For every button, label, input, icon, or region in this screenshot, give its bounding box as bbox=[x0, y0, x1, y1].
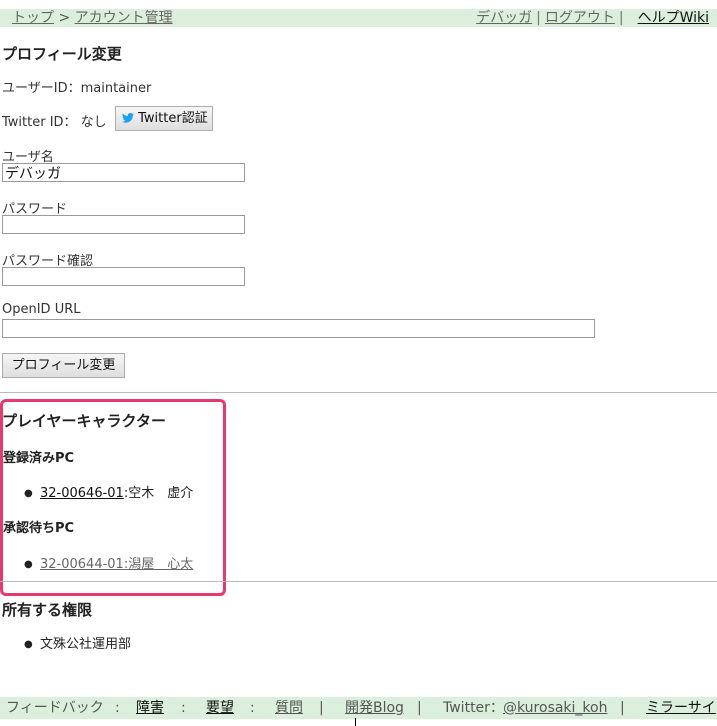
password-confirm-input[interactable] bbox=[2, 267, 245, 286]
twitter-prefix: Twitter： bbox=[443, 700, 504, 716]
logout-link[interactable]: ログアウト bbox=[545, 10, 615, 26]
separator: | bbox=[620, 700, 625, 716]
profile-section-title: プロフィール変更 bbox=[2, 45, 122, 63]
dev-blog-link[interactable]: 開発Blog bbox=[345, 697, 404, 719]
separator: | bbox=[618, 10, 624, 26]
password-input[interactable] bbox=[2, 215, 245, 234]
twitter-handle-link[interactable]: @kurosaki_koh bbox=[503, 697, 607, 719]
help-wiki-link[interactable]: ヘルプWiki bbox=[638, 10, 709, 26]
user-name-link[interactable]: デバッガ bbox=[476, 10, 532, 26]
section-divider bbox=[0, 581, 717, 582]
separator: : bbox=[115, 700, 120, 716]
twitter-bird-icon bbox=[122, 112, 134, 123]
username-input[interactable] bbox=[2, 163, 245, 182]
bug-report-link[interactable]: 障害 bbox=[136, 697, 164, 719]
breadcrumb-current-link[interactable]: アカウント管理 bbox=[75, 10, 173, 26]
twitter-auth-button[interactable]: Twitter認証 bbox=[115, 106, 213, 131]
separator: : bbox=[250, 700, 255, 716]
list-item: ● 文殊公社運用部 bbox=[24, 633, 131, 652]
question-link[interactable]: 質問 bbox=[275, 697, 303, 719]
profile-submit-button[interactable]: プロフィール変更 bbox=[2, 353, 125, 378]
highlight-annotation bbox=[0, 399, 226, 596]
text-cursor bbox=[355, 718, 356, 726]
separator: | bbox=[319, 700, 324, 716]
mirror-site-link[interactable]: ミラーサイ bbox=[646, 697, 716, 719]
twitter-id-label: Twitter ID： なし bbox=[2, 115, 107, 130]
breadcrumb-home-link[interactable]: トップ bbox=[12, 10, 54, 26]
breadcrumb-separator: > bbox=[58, 10, 71, 26]
breadcrumb: トップ > アカウント管理 bbox=[12, 9, 173, 27]
permissions-section-title: 所有する権限 bbox=[2, 601, 93, 619]
feedback-label: フィードバック bbox=[6, 700, 104, 716]
section-divider bbox=[0, 392, 717, 393]
separator: | bbox=[417, 700, 422, 716]
openid-label: OpenID URL bbox=[2, 302, 81, 317]
twitter-auth-label: Twitter認証 bbox=[138, 111, 208, 126]
permission-name: 文殊公社運用部 bbox=[40, 637, 132, 652]
user-id-label: ユーザーID：maintainer bbox=[2, 81, 152, 96]
openid-input[interactable] bbox=[2, 319, 595, 338]
separator: : bbox=[181, 700, 186, 716]
bullet-icon: ● bbox=[24, 639, 33, 650]
top-nav-bar: トップ > アカウント管理 デバッガ | ログアウト | ヘルプWiki bbox=[0, 9, 717, 27]
user-menu: デバッガ | ログアウト | ヘルプWiki bbox=[476, 9, 709, 27]
footer-bar: フィードバック : 障害 : 要望 : 質問 | 開発Blog | Twitte… bbox=[0, 697, 717, 719]
separator: | bbox=[536, 10, 541, 26]
request-link[interactable]: 要望 bbox=[206, 697, 234, 719]
